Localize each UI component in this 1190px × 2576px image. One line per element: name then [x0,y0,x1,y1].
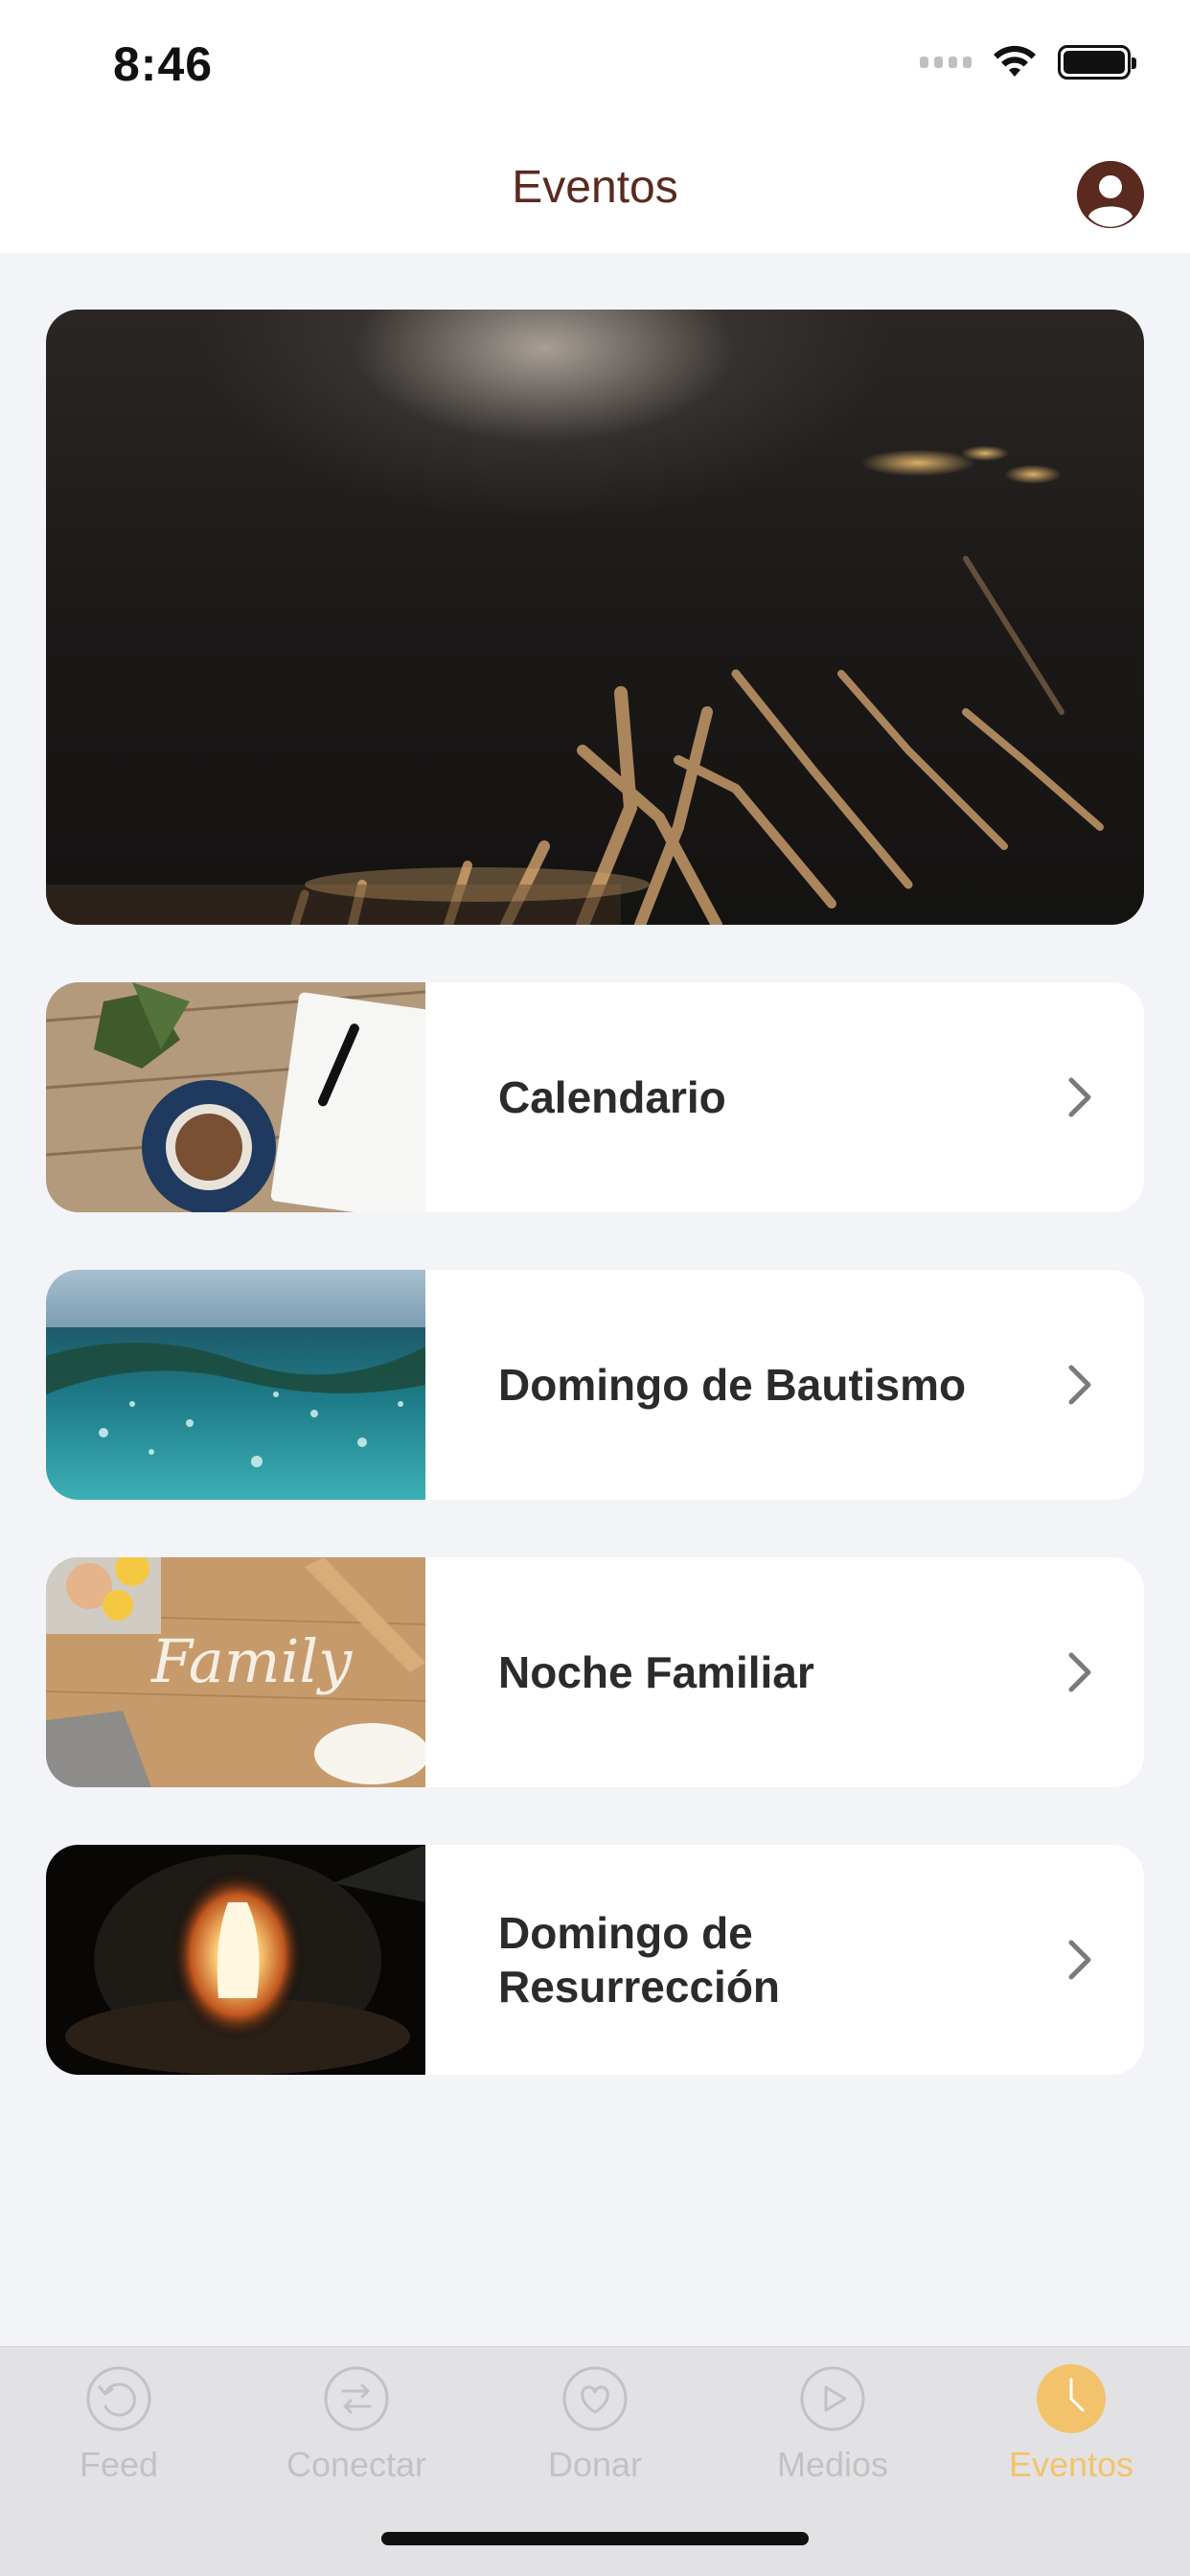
svg-text:Family: Family [150,1626,353,1696]
chevron-right-icon [1065,1649,1094,1695]
profile-avatar-button[interactable] [1077,161,1144,228]
user-icon [1077,161,1144,228]
worship-hands-illustration [46,446,1104,925]
status-icons [920,44,1136,80]
chevron-right-icon [1065,1937,1094,1983]
wifi-icon [994,45,1036,77]
status-time: 8:46 [113,37,214,91]
hero-image-worship[interactable] [46,310,1144,925]
event-thumbnail [46,1270,425,1500]
event-title: Domingo de Resurrección [498,1907,781,2012]
tab-donar[interactable]: Donar [476,2362,714,2506]
play-icon [800,2366,865,2431]
navigation-bar: Eventos [0,134,1190,253]
chevron-right-icon [1065,1362,1094,1408]
event-title: Domingo de Bautismo [498,1359,967,1410]
swap-arrows-icon [324,2366,389,2431]
page-title: Eventos [512,162,678,213]
home-indicator[interactable] [381,2532,809,2545]
refresh-icon [86,2366,151,2431]
tab-label: Medios [776,2445,889,2484]
tab-feed[interactable]: Feed [0,2362,238,2506]
event-card-domingo-de-resurreccion[interactable]: Domingo de Resurrección [46,1845,1144,2075]
event-card-domingo-de-bautismo[interactable]: Domingo de Bautismo [46,1270,1144,1500]
tab-eventos[interactable]: Eventos [952,2362,1190,2506]
tab-label: Eventos [1008,2445,1134,2484]
event-card-calendario[interactable]: Calendario [46,982,1144,1212]
clock-icon [1037,2364,1106,2433]
battery-icon [1058,45,1136,80]
tab-conectar[interactable]: Conectar [238,2362,475,2506]
tab-label: Feed [79,2445,159,2484]
chevron-right-icon [1065,1074,1094,1120]
event-thumbnail [46,1845,425,2075]
event-title: Noche Familiar [498,1646,814,1697]
event-thumbnail [46,982,425,1212]
tab-label: Donar [547,2445,643,2484]
heart-icon [562,2366,628,2431]
tab-label: Conectar [286,2445,427,2484]
event-title: Calendario [498,1071,726,1122]
event-thumbnail: Family [46,1557,425,1787]
tab-medios[interactable]: Medios [714,2362,951,2506]
event-card-noche-familiar[interactable]: Family Noche Familiar [46,1557,1144,1787]
status-bar: 8:46 [0,0,1190,134]
cellular-signal-icon [920,57,972,68]
